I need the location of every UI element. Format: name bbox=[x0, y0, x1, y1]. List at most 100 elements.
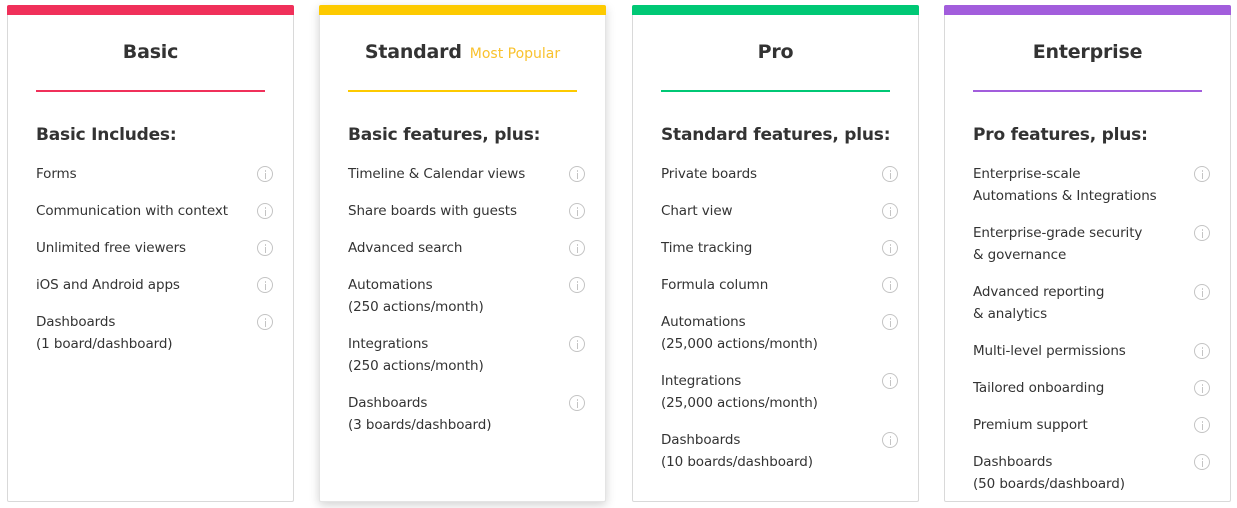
feature-list: Private boards Chart view Time tracking For… bbox=[661, 163, 898, 488]
feature-item: Share boards with guests bbox=[348, 200, 585, 222]
feature-item: Dashboards (10 boards/dashboard) bbox=[661, 429, 898, 473]
plan-accent-bar bbox=[7, 5, 294, 15]
info-circle-icon[interactable] bbox=[569, 336, 585, 352]
plan-title-row: Basic bbox=[8, 41, 293, 63]
plan-divider bbox=[36, 90, 265, 92]
feature-item: Enterprise-grade security & governance bbox=[973, 222, 1210, 266]
feature-item: Integrations (250 actions/month) bbox=[348, 333, 585, 377]
info-circle-icon[interactable] bbox=[569, 277, 585, 293]
plan-name: Basic bbox=[122, 41, 179, 63]
feature-item: Private boards bbox=[661, 163, 898, 185]
feature-label: Automations (25,000 actions/month) bbox=[661, 314, 818, 352]
feature-item: Automations (250 actions/month) bbox=[348, 274, 585, 318]
feature-item: Forms bbox=[36, 163, 273, 185]
info-circle-icon[interactable] bbox=[1194, 225, 1210, 241]
feature-item: Premium support bbox=[973, 414, 1210, 436]
feature-item: iOS and Android apps bbox=[36, 274, 273, 296]
feature-label: Time tracking bbox=[661, 240, 753, 256]
info-circle-icon[interactable] bbox=[257, 166, 273, 182]
plan-features-heading: Basic features, plus: bbox=[348, 125, 541, 145]
info-circle-icon[interactable] bbox=[1194, 380, 1210, 396]
feature-item: Communication with context bbox=[36, 200, 273, 222]
info-circle-icon[interactable] bbox=[882, 314, 898, 330]
feature-label: Unlimited free viewers bbox=[36, 240, 186, 256]
feature-label: Dashboards (1 board/dashboard) bbox=[36, 314, 173, 352]
feature-label: Chart view bbox=[661, 203, 733, 219]
info-circle-icon[interactable] bbox=[882, 166, 898, 182]
most-popular-badge: Most Popular bbox=[469, 46, 561, 62]
feature-label: Dashboards (10 boards/dashboard) bbox=[661, 432, 813, 470]
feature-item: Enterprise-scale Automations & Integrati… bbox=[973, 163, 1210, 207]
feature-label: Timeline & Calendar views bbox=[348, 166, 526, 182]
feature-item: Timeline & Calendar views bbox=[348, 163, 585, 185]
plan-card-standard: Standard Most Popular Basic features, plus… bbox=[319, 5, 606, 502]
feature-item: Formula column bbox=[661, 274, 898, 296]
info-circle-icon[interactable] bbox=[1194, 343, 1210, 359]
plan-accent-bar bbox=[632, 5, 919, 15]
info-circle-icon[interactable] bbox=[569, 203, 585, 219]
feature-label: Advanced search bbox=[348, 240, 463, 256]
info-circle-icon[interactable] bbox=[882, 277, 898, 293]
info-circle-icon[interactable] bbox=[257, 314, 273, 330]
feature-label: Enterprise-grade security & governance bbox=[973, 225, 1143, 263]
info-circle-icon[interactable] bbox=[257, 277, 273, 293]
plan-features-heading: Pro features, plus: bbox=[973, 125, 1148, 145]
info-circle-icon[interactable] bbox=[882, 203, 898, 219]
info-circle-icon[interactable] bbox=[882, 240, 898, 256]
plan-title-row: Enterprise bbox=[945, 41, 1230, 63]
feature-item: Dashboards (1 board/dashboard) bbox=[36, 311, 273, 355]
feature-label: Tailored onboarding bbox=[973, 380, 1105, 396]
feature-item: Dashboards (50 boards/dashboard) bbox=[973, 451, 1210, 495]
plan-accent-bar bbox=[319, 5, 606, 15]
plan-card-enterprise: Enterprise Pro features, plus: Enterprise-… bbox=[944, 5, 1231, 502]
feature-item: Tailored onboarding bbox=[973, 377, 1210, 399]
info-circle-icon[interactable] bbox=[569, 395, 585, 411]
info-circle-icon[interactable] bbox=[1194, 454, 1210, 470]
feature-list: Forms Communication with context Unlimited… bbox=[36, 163, 273, 370]
plan-divider bbox=[348, 90, 577, 92]
plan-name: Enterprise bbox=[1032, 41, 1143, 63]
plan-divider bbox=[661, 90, 890, 92]
plan-features-heading: Standard features, plus: bbox=[661, 125, 891, 145]
plan-accent-bar bbox=[944, 5, 1231, 15]
plan-name: Pro bbox=[757, 41, 794, 63]
plan-features-heading: Basic Includes: bbox=[36, 125, 177, 145]
feature-item: Dashboards (3 boards/dashboard) bbox=[348, 392, 585, 436]
info-circle-icon[interactable] bbox=[1194, 417, 1210, 433]
feature-label: iOS and Android apps bbox=[36, 277, 180, 293]
feature-item: Automations (25,000 actions/month) bbox=[661, 311, 898, 355]
plan-name: Standard bbox=[364, 41, 462, 63]
plan-divider bbox=[973, 90, 1202, 92]
feature-label: Integrations (250 actions/month) bbox=[348, 336, 484, 374]
feature-label: Private boards bbox=[661, 166, 757, 182]
info-circle-icon[interactable] bbox=[1194, 166, 1210, 182]
plan-title-row: Standard Most Popular bbox=[320, 41, 605, 63]
feature-label: Forms bbox=[36, 166, 77, 182]
feature-label: Multi-level permissions bbox=[973, 343, 1126, 359]
feature-item: Chart view bbox=[661, 200, 898, 222]
feature-item: Time tracking bbox=[661, 237, 898, 259]
feature-label: Communication with context bbox=[36, 203, 228, 219]
info-circle-icon[interactable] bbox=[257, 240, 273, 256]
feature-item: Multi-level permissions bbox=[973, 340, 1210, 362]
feature-item: Integrations (25,000 actions/month) bbox=[661, 370, 898, 414]
feature-label: Dashboards (50 boards/dashboard) bbox=[973, 454, 1125, 492]
feature-label: Premium support bbox=[973, 417, 1088, 433]
feature-item: Advanced reporting & analytics bbox=[973, 281, 1210, 325]
feature-label: Advanced reporting & analytics bbox=[973, 284, 1105, 322]
info-circle-icon[interactable] bbox=[882, 432, 898, 448]
plan-card-basic: Basic Basic Includes: Forms Communication w… bbox=[7, 5, 294, 502]
info-circle-icon[interactable] bbox=[257, 203, 273, 219]
info-circle-icon[interactable] bbox=[882, 373, 898, 389]
info-circle-icon[interactable] bbox=[569, 240, 585, 256]
feature-label: Automations (250 actions/month) bbox=[348, 277, 484, 315]
feature-item: Unlimited free viewers bbox=[36, 237, 273, 259]
feature-label: Share boards with guests bbox=[348, 203, 517, 219]
plan-card-pro: Pro Standard features, plus: Private board… bbox=[632, 5, 919, 502]
feature-label: Integrations (25,000 actions/month) bbox=[661, 373, 818, 411]
info-circle-icon[interactable] bbox=[1194, 284, 1210, 300]
plan-title-row: Pro bbox=[633, 41, 918, 63]
info-circle-icon[interactable] bbox=[569, 166, 585, 182]
feature-label: Dashboards (3 boards/dashboard) bbox=[348, 395, 492, 433]
feature-list: Enterprise-scale Automations & Integrati… bbox=[973, 163, 1210, 508]
